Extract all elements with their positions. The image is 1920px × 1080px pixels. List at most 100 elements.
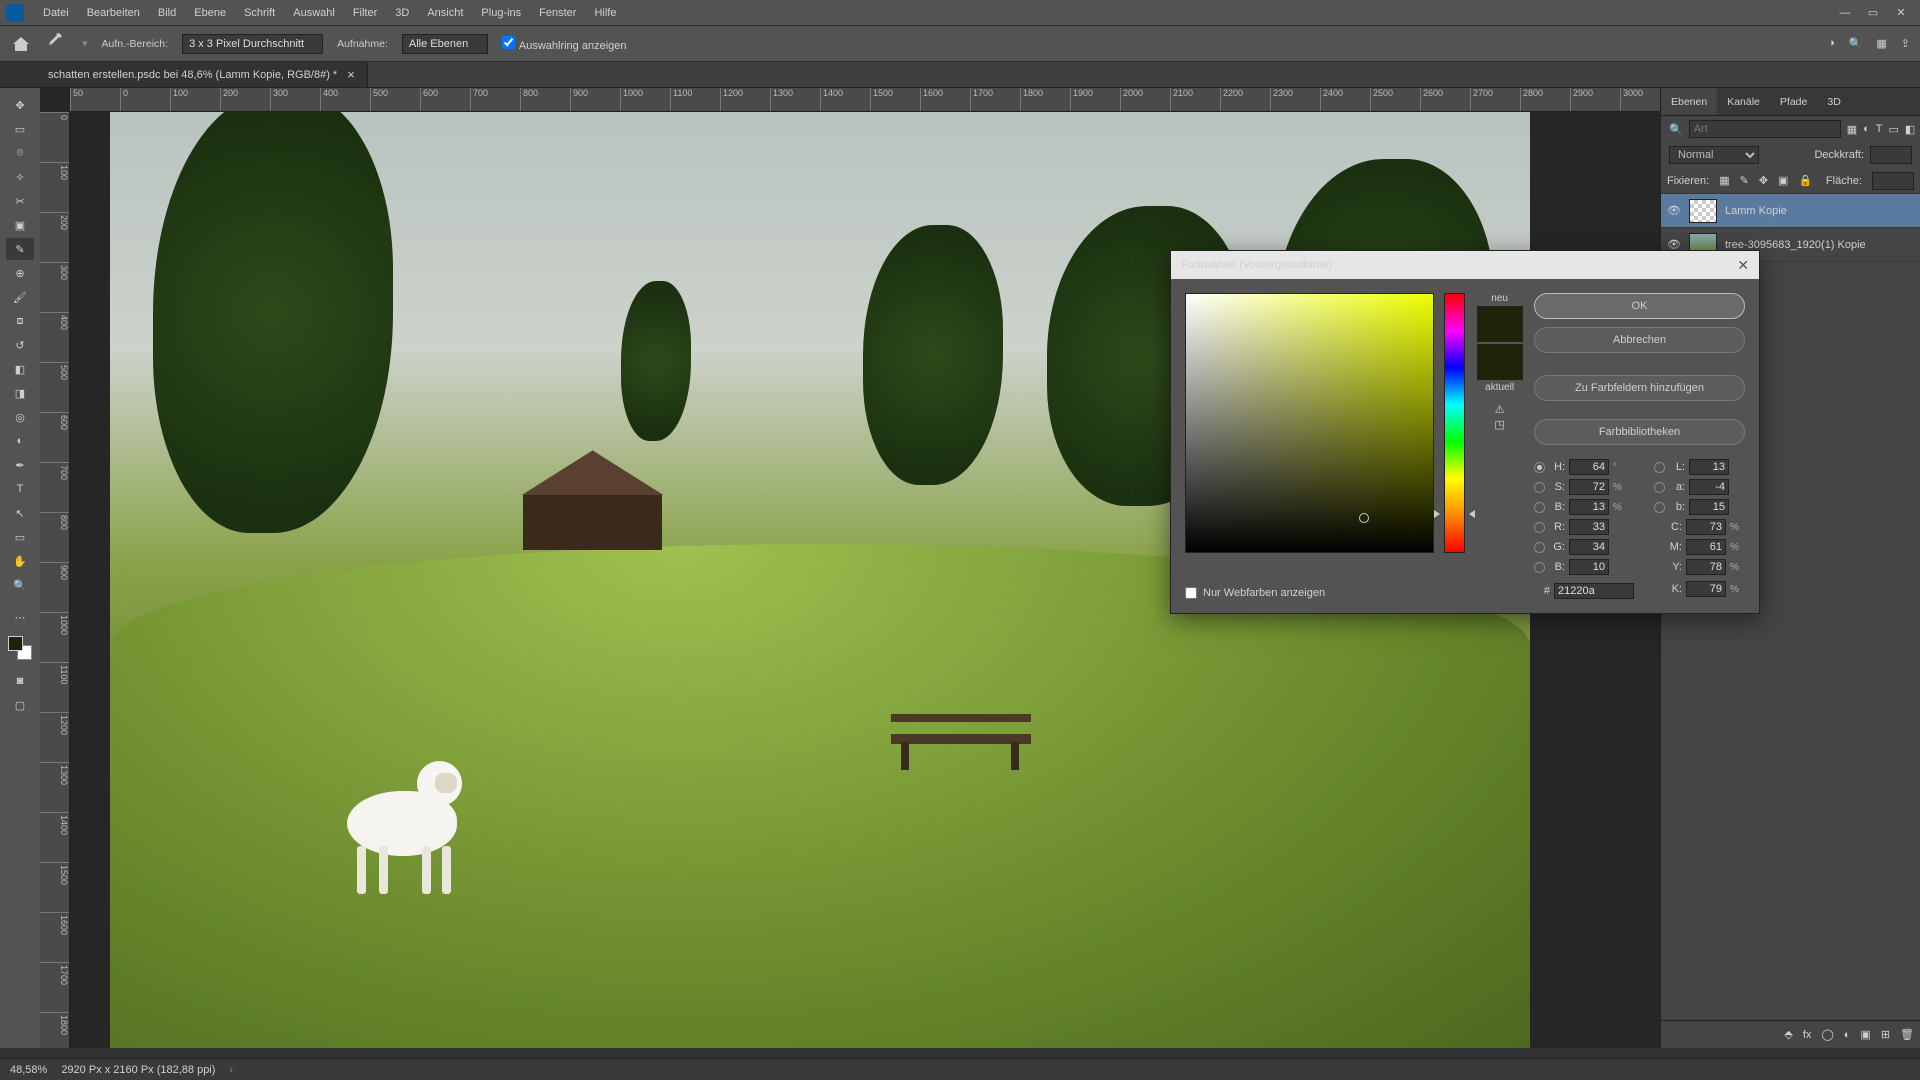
document-dimensions[interactable]: 2920 Px x 2160 Px (182,88 ppi) [61, 1064, 215, 1076]
status-menu-icon[interactable]: › [229, 1064, 233, 1076]
layer-name[interactable]: tree-3095683_1920(1) Kopie [1725, 239, 1866, 251]
layer-thumbnail[interactable] [1689, 199, 1717, 223]
lock-artboard-icon[interactable]: ▣ [1778, 174, 1788, 187]
c-input[interactable] [1686, 519, 1726, 535]
h-radio[interactable] [1534, 462, 1545, 473]
sb-selector[interactable] [1359, 513, 1369, 523]
a-input[interactable] [1689, 479, 1729, 495]
lock-transparent-icon[interactable]: ▦ [1719, 174, 1729, 187]
g-input[interactable] [1569, 539, 1609, 555]
l-input[interactable] [1689, 459, 1729, 475]
menu-filter[interactable]: Filter [344, 0, 386, 25]
color-libraries-button[interactable]: Farbbibliotheken [1534, 419, 1745, 445]
warning-icon[interactable]: ⚠ [1495, 403, 1505, 416]
window-minimize[interactable]: — [1832, 4, 1858, 22]
blend-mode-select[interactable]: Normal [1669, 146, 1759, 164]
menu-fenster[interactable]: Fenster [530, 0, 585, 25]
link-layers-icon[interactable]: ⬘ [1784, 1028, 1792, 1041]
menu-ansicht[interactable]: Ansicht [418, 0, 472, 25]
m-input[interactable] [1686, 539, 1726, 555]
hex-input[interactable] [1554, 583, 1634, 599]
lock-position-icon[interactable]: ✥ [1759, 174, 1768, 187]
search-icon[interactable]: 🔍 [1669, 123, 1683, 136]
window-restore[interactable]: ▭ [1860, 4, 1886, 22]
color-swatches[interactable] [8, 636, 32, 660]
lock-paint-icon[interactable]: ✎ [1740, 174, 1749, 187]
history-brush-tool[interactable]: ↺ [6, 334, 34, 356]
show-selection-checkbox[interactable]: Auswahlring anzeigen [502, 36, 627, 52]
zoom-level[interactable]: 48,58% [10, 1064, 47, 1076]
r-radio[interactable] [1534, 522, 1545, 533]
b-input[interactable] [1689, 499, 1729, 515]
g-radio[interactable] [1534, 542, 1545, 553]
menu-hilfe[interactable]: Hilfe [585, 0, 625, 25]
lasso-tool[interactable]: ⌾ [6, 142, 34, 164]
lock-all-icon[interactable]: 🔒 [1798, 174, 1812, 187]
edit-toolbar[interactable]: ⋯ [6, 606, 34, 628]
current-color-swatch[interactable] [1477, 344, 1523, 380]
dialog-titlebar[interactable]: Farbwähler (Vordergrundfarbe) ✕ [1171, 251, 1759, 279]
dialog-close-icon[interactable]: ✕ [1737, 257, 1749, 274]
adjustment-icon[interactable]: ◐ [1844, 1029, 1851, 1041]
menu-schrift[interactable]: Schrift [235, 0, 284, 25]
r-input[interactable] [1569, 519, 1609, 535]
blur-tool[interactable]: ◎ [6, 406, 34, 428]
share-icon[interactable]: ⇪ [1901, 37, 1910, 50]
layer-search[interactable] [1689, 120, 1841, 138]
y-input[interactable] [1686, 559, 1726, 575]
frame-tool[interactable]: ▣ [6, 214, 34, 236]
ok-button[interactable]: OK [1534, 293, 1745, 319]
brush-tool[interactable]: 🖌 [6, 286, 34, 308]
type-tool[interactable]: T [6, 478, 34, 500]
saturation-brightness-field[interactable] [1185, 293, 1434, 553]
tab-layers[interactable]: Ebenen [1661, 88, 1717, 115]
search-icon[interactable]: 🔍 [1849, 37, 1863, 50]
bc-radio[interactable] [1534, 562, 1545, 573]
cancel-button[interactable]: Abbrechen [1534, 327, 1745, 353]
k-input[interactable] [1686, 581, 1726, 597]
heal-tool[interactable]: ⊕ [6, 262, 34, 284]
delete-layer-icon[interactable]: 🗑 [1900, 1028, 1914, 1041]
menu-plug-ins[interactable]: Plug-ins [472, 0, 530, 25]
sample-range-select[interactable]: 3 x 3 Pixel Durchschnitt [182, 34, 323, 54]
add-swatch-button[interactable]: Zu Farbfeldern hinzufügen [1534, 375, 1745, 401]
foreground-swatch[interactable] [8, 636, 23, 651]
sample-select[interactable]: Alle Ebenen [402, 34, 488, 54]
window-close[interactable]: ✕ [1888, 4, 1914, 22]
menu-ebene[interactable]: Ebene [185, 0, 235, 25]
quickmask-tool[interactable]: ◙ [6, 670, 34, 692]
filter-pixel-icon[interactable]: ▦ [1847, 123, 1857, 136]
wand-tool[interactable]: ✧ [6, 166, 34, 188]
stamp-tool[interactable]: ⧈ [6, 310, 34, 332]
menu-bild[interactable]: Bild [149, 0, 185, 25]
hue-pointer[interactable] [1440, 510, 1470, 514]
bv-radio[interactable] [1534, 502, 1545, 513]
filter-type-icon[interactable]: T [1876, 123, 1883, 135]
document-tab[interactable]: schatten erstellen.psdc bei 48,6% (Lamm … [0, 62, 368, 87]
b-radio[interactable] [1654, 502, 1665, 513]
zoom-tool[interactable]: 🔍 [6, 574, 34, 596]
close-tab-icon[interactable]: × [347, 67, 355, 82]
menu-3d[interactable]: 3D [386, 0, 418, 25]
group-icon[interactable]: ▣ [1860, 1028, 1870, 1041]
menu-datei[interactable]: Datei [34, 0, 78, 25]
home-icon[interactable] [10, 33, 32, 55]
opacity-input[interactable] [1870, 146, 1912, 164]
screenmode-tool[interactable]: ▢ [6, 694, 34, 716]
eyedropper-tool[interactable]: ✎ [6, 238, 34, 260]
menu-bearbeiten[interactable]: Bearbeiten [78, 0, 149, 25]
filter-adjust-icon[interactable]: ◐ [1863, 123, 1870, 135]
shape-tool[interactable]: ▭ [6, 526, 34, 548]
filter-smart-icon[interactable]: ◧ [1905, 123, 1915, 136]
a-radio[interactable] [1654, 482, 1665, 493]
web-only-checkbox[interactable] [1185, 587, 1197, 599]
bc-input[interactable] [1569, 559, 1609, 575]
path-tool[interactable]: ↖ [6, 502, 34, 524]
hue-slider[interactable] [1444, 293, 1466, 553]
eyedropper-icon[interactable] [46, 33, 68, 55]
cloud-icon[interactable]: ◑ [1828, 37, 1835, 50]
move-tool[interactable]: ✥ [6, 94, 34, 116]
l-radio[interactable] [1654, 462, 1665, 473]
hand-tool[interactable]: ✋ [6, 550, 34, 572]
eraser-tool[interactable]: ◧ [6, 358, 34, 380]
